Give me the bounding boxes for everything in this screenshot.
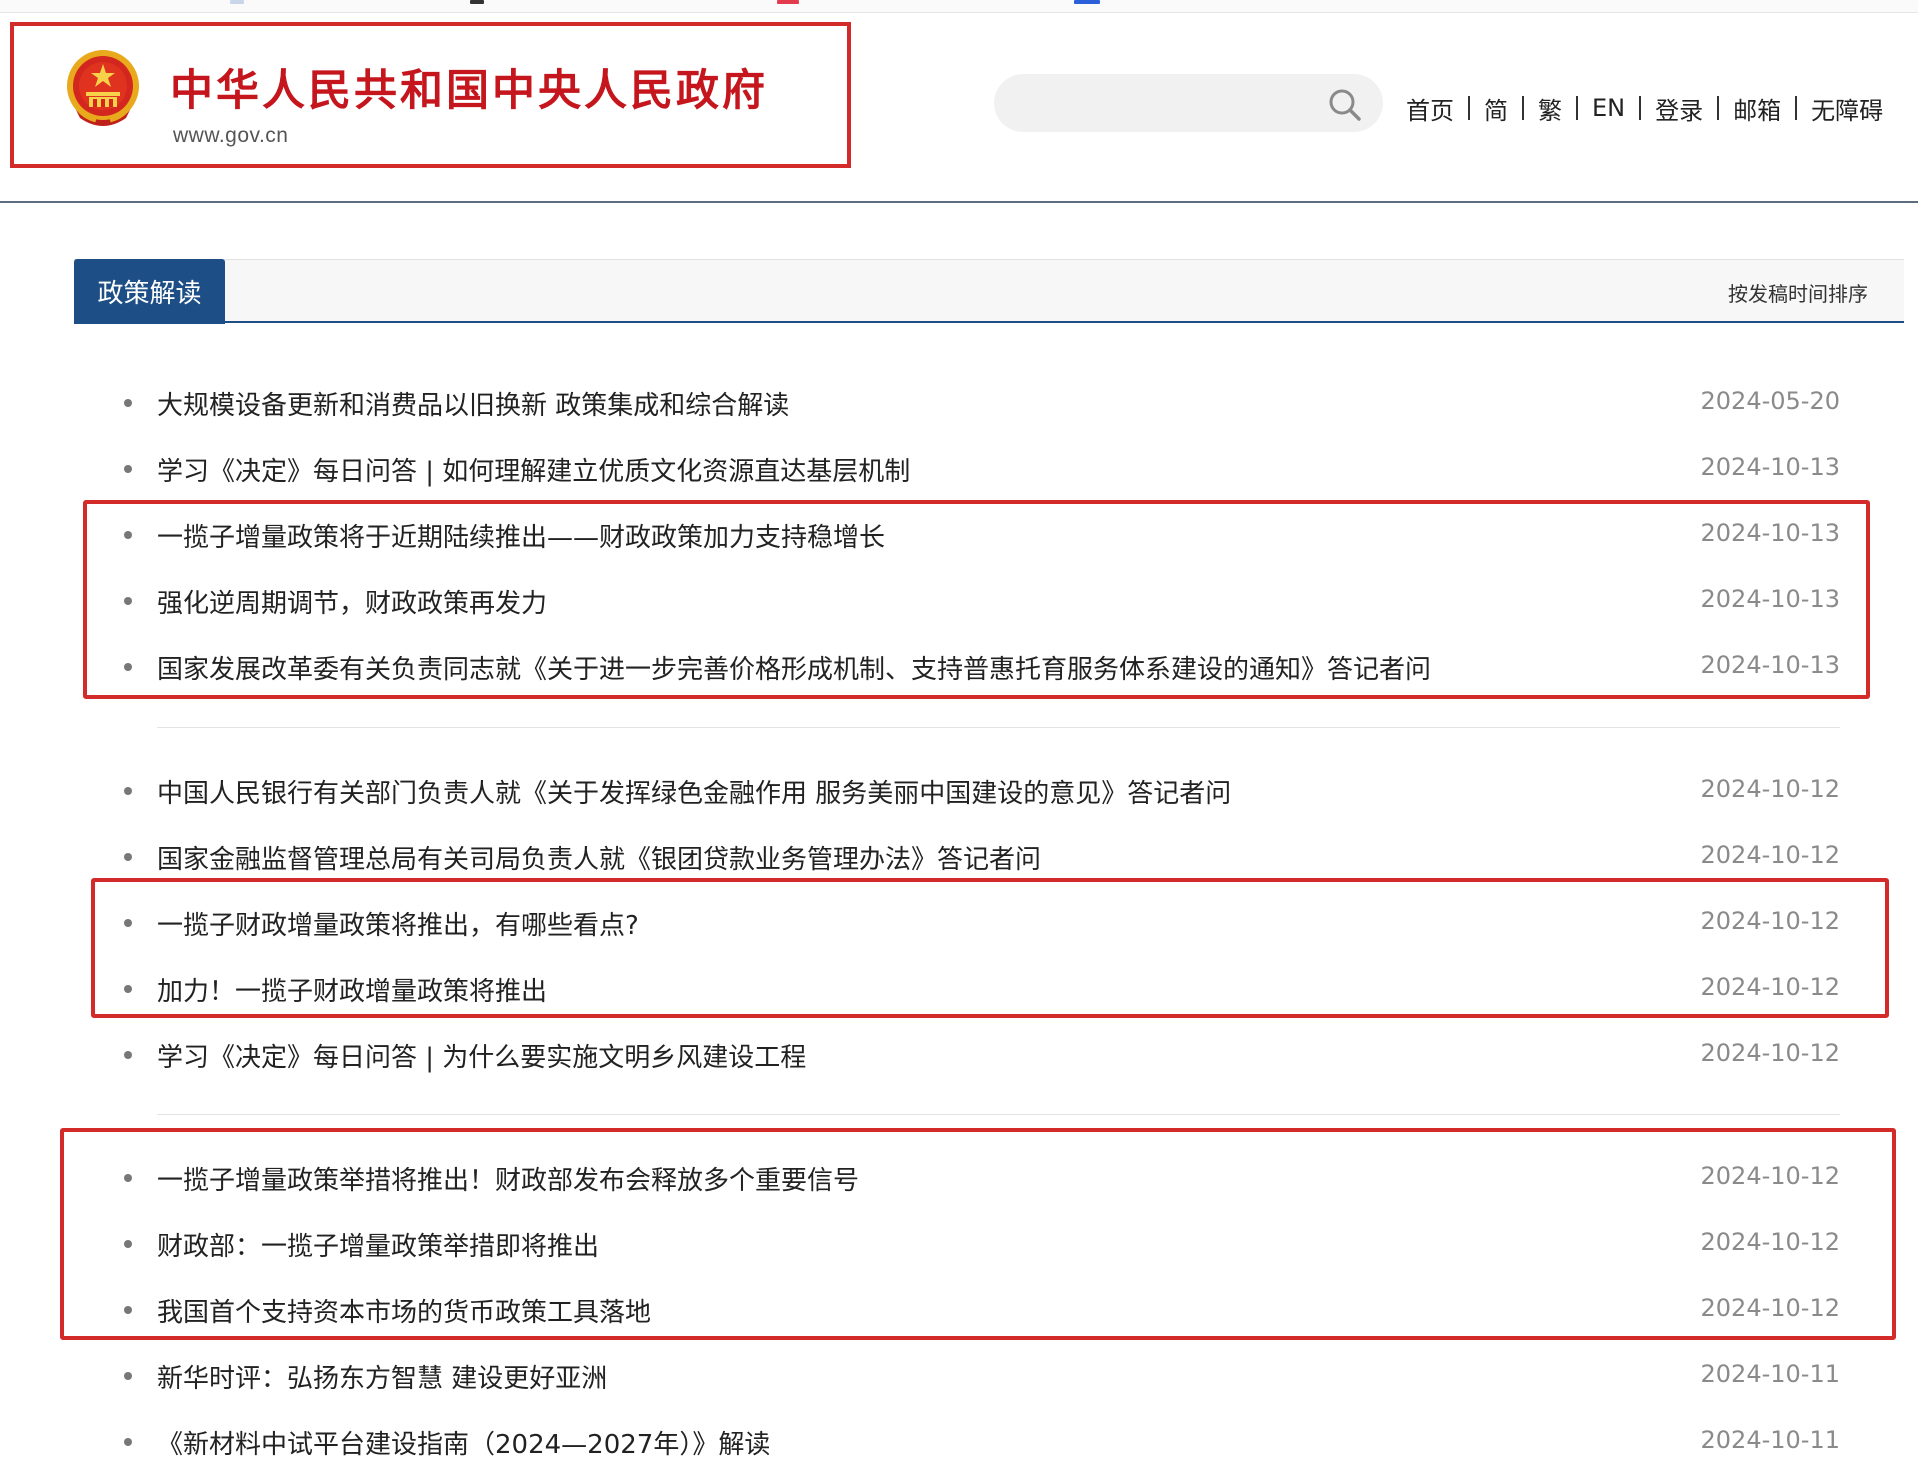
search-input[interactable]: [994, 74, 1383, 132]
search-icon[interactable]: [1328, 88, 1362, 122]
nav-separator: [1717, 96, 1720, 120]
tab-favicon-fragment: [230, 0, 244, 4]
article-date: 2024-10-11: [1700, 1360, 1840, 1388]
article-date: 2024-10-12: [1700, 1162, 1840, 1190]
bullet-icon: [124, 399, 132, 407]
article-date: 2024-10-12: [1700, 973, 1840, 1001]
section-tab-bar: 政策解读 按发稿时间排序: [74, 259, 1904, 324]
bullet-icon: [124, 1438, 132, 1446]
article-date: 2024-10-13: [1700, 519, 1840, 547]
article-date: 2024-10-11: [1700, 1426, 1840, 1454]
article-date: 2024-10-13: [1700, 651, 1840, 679]
list-item: 财政部：一揽子增量政策举措即将推出 2024-10-12: [120, 1220, 1840, 1270]
list-item: 学习《决定》每日问答 | 如何理解建立优质文化资源直达基层机制 2024-10-…: [120, 445, 1840, 495]
list-item: 一揽子增量政策举措将推出！财政部发布会释放多个重要信号 2024-10-12: [120, 1154, 1840, 1204]
article-link[interactable]: 学习《决定》每日问答 | 如何理解建立优质文化资源直达基层机制: [157, 451, 910, 488]
article-date: 2024-10-12: [1700, 1294, 1840, 1322]
article-link[interactable]: 大规模设备更新和消费品以旧换新 政策集成和综合解读: [157, 385, 789, 422]
nav-accessibility-link[interactable]: 无障碍: [1811, 91, 1883, 126]
tab-favicon-fragment: [470, 0, 484, 4]
nav-login-link[interactable]: 登录: [1655, 91, 1703, 126]
bullet-icon: [124, 663, 132, 671]
article-link[interactable]: 强化逆周期调节，财政政策再发力: [157, 583, 547, 620]
top-nav: 首页 简 繁 EN 登录 邮箱 无障碍: [1406, 90, 1883, 126]
list-item: 学习《决定》每日问答 | 为什么要实施文明乡风建设工程 2024-10-12: [120, 1031, 1840, 1081]
article-date: 2024-05-20: [1700, 387, 1840, 415]
article-link[interactable]: 财政部：一揽子增量政策举措即将推出: [157, 1226, 599, 1263]
list-item: 国家发展改革委有关负责同志就《关于进一步完善价格形成机制、支持普惠托育服务体系建…: [120, 643, 1840, 693]
article-link[interactable]: 一揽子增量政策将于近期陆续推出——财政政策加力支持稳增长: [157, 517, 885, 554]
article-date: 2024-10-12: [1700, 775, 1840, 803]
nav-separator: [1522, 96, 1524, 120]
list-item: 强化逆周期调节，财政政策再发力 2024-10-13: [120, 577, 1840, 627]
tab-favicon-fragment: [1074, 0, 1100, 4]
list-item: 一揽子增量政策将于近期陆续推出——财政政策加力支持稳增长 2024-10-13: [120, 511, 1840, 561]
article-link[interactable]: 新华时评：弘扬东方智慧 建设更好亚洲: [157, 1358, 607, 1395]
nav-separator: [1468, 96, 1470, 120]
tab-policy-interpretation[interactable]: 政策解读: [74, 259, 225, 324]
list-item: 我国首个支持资本市场的货币政策工具落地 2024-10-12: [120, 1286, 1840, 1336]
tab-favicon-fragment: [777, 0, 799, 4]
bullet-icon: [124, 1372, 132, 1380]
bullet-icon: [124, 1051, 132, 1059]
list-item: 《新材料中试平台建设指南（2024—2027年）》解读 2024-10-11: [120, 1418, 1840, 1468]
article-link[interactable]: 一揽子增量政策举措将推出！财政部发布会释放多个重要信号: [157, 1160, 859, 1197]
nav-separator: [1639, 96, 1642, 120]
article-link[interactable]: 学习《决定》每日问答 | 为什么要实施文明乡风建设工程: [157, 1037, 806, 1074]
article-link[interactable]: 国家金融监督管理总局有关司局负责人就《银团贷款业务管理办法》答记者问: [157, 839, 1041, 876]
bullet-icon: [124, 597, 132, 605]
group-divider: [157, 1114, 1840, 1115]
site-url[interactable]: www.gov.cn: [173, 124, 289, 148]
list-item: 国家金融监督管理总局有关司局负责人就《银团贷款业务管理办法》答记者问 2024-…: [120, 833, 1840, 883]
national-emblem-icon[interactable]: [62, 48, 144, 130]
nav-simplified-link[interactable]: 简: [1484, 91, 1508, 126]
bullet-icon: [124, 853, 132, 861]
list-item: 加力！一揽子财政增量政策将推出 2024-10-12: [120, 965, 1840, 1015]
nav-home-link[interactable]: 首页: [1406, 91, 1454, 126]
article-date: 2024-10-12: [1700, 907, 1840, 935]
article-date: 2024-10-13: [1700, 453, 1840, 481]
list-item: 中国人民银行有关部门负责人就《关于发挥绿色金融作用 服务美丽中国建设的意见》答记…: [120, 767, 1840, 817]
list-item: 大规模设备更新和消费品以旧换新 政策集成和综合解读 2024-05-20: [120, 379, 1840, 429]
article-link[interactable]: 中国人民银行有关部门负责人就《关于发挥绿色金融作用 服务美丽中国建设的意见》答记…: [157, 773, 1231, 810]
list-item: 一揽子财政增量政策将推出，有哪些看点? 2024-10-12: [120, 899, 1840, 949]
bullet-icon: [124, 985, 132, 993]
sort-by-date-link[interactable]: 按发稿时间排序: [1728, 278, 1868, 307]
bullet-icon: [124, 919, 132, 927]
group-divider: [157, 727, 1840, 728]
article-link[interactable]: 国家发展改革委有关负责同志就《关于进一步完善价格形成机制、支持普惠托育服务体系建…: [157, 649, 1431, 686]
article-date: 2024-10-12: [1700, 1228, 1840, 1256]
browser-tab-strip-edge: [0, 0, 1918, 13]
list-item: 新华时评：弘扬东方智慧 建设更好亚洲 2024-10-11: [120, 1352, 1840, 1402]
nav-traditional-link[interactable]: 繁: [1538, 91, 1562, 126]
bullet-icon: [124, 1306, 132, 1314]
site-title[interactable]: 中华人民共和国中央人民政府: [170, 56, 768, 118]
article-date: 2024-10-12: [1700, 1039, 1840, 1067]
bullet-icon: [124, 531, 132, 539]
article-date: 2024-10-12: [1700, 841, 1840, 869]
bullet-icon: [124, 465, 132, 473]
article-link[interactable]: 加力！一揽子财政增量政策将推出: [157, 971, 547, 1008]
nav-separator: [1795, 96, 1798, 120]
article-link[interactable]: 《新材料中试平台建设指南（2024—2027年）》解读: [157, 1424, 770, 1461]
article-date: 2024-10-13: [1700, 585, 1840, 613]
article-link[interactable]: 一揽子财政增量政策将推出，有哪些看点?: [157, 905, 639, 942]
article-link[interactable]: 我国首个支持资本市场的货币政策工具落地: [157, 1292, 651, 1329]
bullet-icon: [124, 1174, 132, 1182]
bullet-icon: [124, 1240, 132, 1248]
nav-mail-link[interactable]: 邮箱: [1733, 91, 1781, 126]
bullet-icon: [124, 787, 132, 795]
nav-english-link[interactable]: EN: [1592, 94, 1625, 122]
nav-separator: [1576, 96, 1578, 120]
